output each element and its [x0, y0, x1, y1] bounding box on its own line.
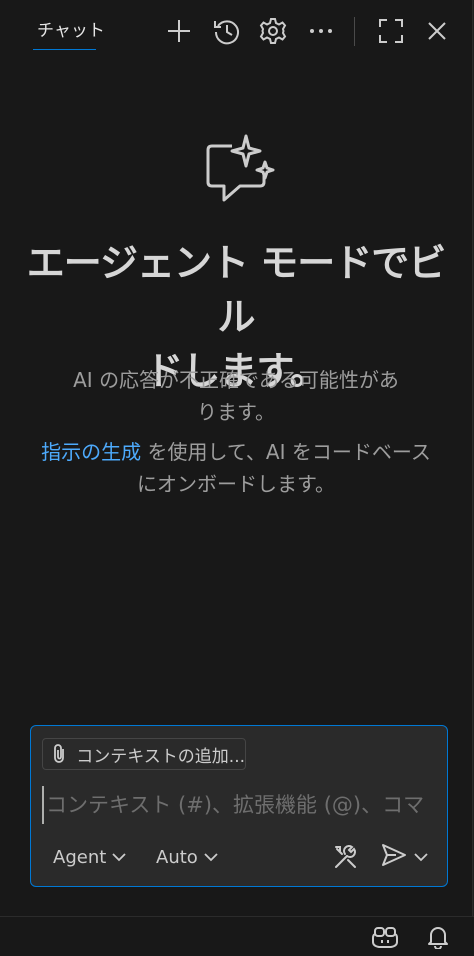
tab-chat[interactable]: チャット [33, 18, 109, 52]
tools-icon[interactable] [329, 839, 363, 875]
bell-icon[interactable] [422, 921, 454, 953]
copilot-icon[interactable] [369, 921, 401, 953]
send-button[interactable] [375, 839, 433, 875]
send-icon [380, 842, 408, 872]
more-icon[interactable] [304, 14, 338, 48]
add-context-button[interactable]: コンテキストの追加... [42, 738, 246, 770]
disclaimer-line2: ります。 [197, 400, 275, 424]
header-separator [354, 17, 355, 46]
chat-panel: チャット エージェント モードでビル ドします。 AI の応答が不正確である可能… [0, 0, 473, 916]
chevron-down-icon [204, 852, 218, 862]
active-tab-indicator [33, 49, 96, 50]
new-chat-icon[interactable] [162, 14, 196, 48]
onboard-line2: にオンボードします。 [137, 472, 335, 496]
model-picker[interactable]: Auto [156, 840, 218, 874]
generate-instructions-link[interactable]: 指示の生成 [41, 440, 141, 464]
app-root: チャット エージェント モードでビル ドします。 AI の応答が不正確である可能… [0, 0, 474, 956]
chat-header: チャット [0, 0, 472, 62]
chat-prompt-input[interactable]: コンテキスト (#)、拡張機能 (@)、コマ [42, 786, 436, 824]
history-icon[interactable] [210, 14, 244, 48]
settings-gear-icon[interactable] [256, 14, 290, 48]
chat-input-box: コンテキストの追加... コンテキスト (#)、拡張機能 (@)、コマ Agen… [30, 725, 448, 887]
paperclip-icon [43, 743, 76, 765]
onboard-text: 指示の生成 を使用して、AI をコードベース にオンボードします。 [30, 436, 442, 500]
welcome-heading-line1: エージェント モードでビル [26, 241, 446, 339]
chevron-down-icon [112, 852, 126, 862]
status-bar [0, 916, 474, 956]
disclaimer-line1: AI の応答が不正確である可能性があ [73, 368, 399, 392]
model-picker-label: Auto [156, 846, 198, 868]
close-icon[interactable] [420, 14, 454, 48]
chat-sparkle-icon [204, 134, 280, 206]
mode-picker[interactable]: Agent [53, 840, 126, 874]
onboard-text-rest: を使用して、AI をコードベース [141, 440, 431, 464]
add-context-label: コンテキストの追加... [76, 746, 245, 767]
chevron-down-icon [414, 852, 428, 862]
maximize-icon[interactable] [374, 14, 408, 48]
ai-disclaimer: AI の応答が不正確である可能性があ ります。 [40, 364, 432, 428]
mode-picker-label: Agent [53, 846, 107, 868]
